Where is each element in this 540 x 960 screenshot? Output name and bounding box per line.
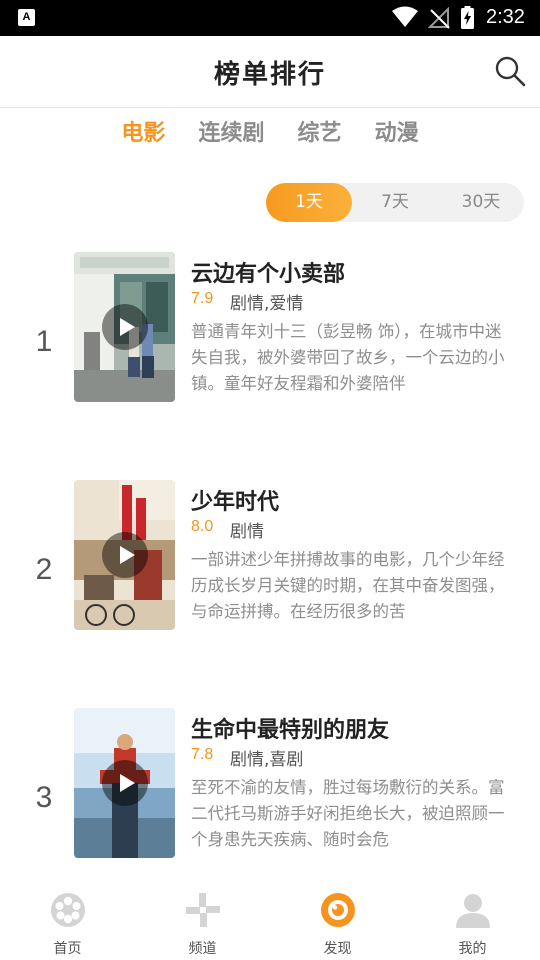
tab-series[interactable]: 连续剧 [198,112,264,156]
movie-title[interactable]: 生命中最特别的朋友 [191,712,389,744]
app-header: 榜单排行 [0,36,540,108]
page-title: 榜单排行 [213,60,326,90]
movie-genre: 剧情 [230,522,264,542]
movie-description: 至死不渝的友情，胜过每场敷衍的关系。富二代托马斯游手好闲拒绝长大，被迫照顾一个身… [191,778,505,849]
period-7-days[interactable]: 7天 [352,183,438,222]
movie-title[interactable]: 云边有个小卖部 [191,256,345,288]
category-tabs: 电影 连续剧 综艺 动漫 [0,112,540,156]
profile-icon [456,894,490,928]
search-icon[interactable] [494,55,526,87]
battery-charging-icon [461,6,474,29]
movie-title[interactable]: 少年时代 [191,484,279,516]
movie-score: 7.8 [191,746,214,763]
bottom-nav: 首页 频道 发现 我的 [0,880,540,960]
nav-label-home: 首页 [53,941,82,957]
play-icon[interactable] [102,304,148,350]
nav-label-profile: 我的 [458,941,487,957]
tab-anime[interactable]: 动漫 [375,112,419,156]
play-icon[interactable] [102,760,148,806]
nav-item-discover[interactable]: 发现 [270,880,405,960]
movie-poster[interactable] [74,480,175,630]
movie-description: 一部讲述少年拼搏故事的电影，几个少年经历成长岁月关键的时期，在其中奋发图强，与命… [191,550,505,621]
period-30-days[interactable]: 30天 [438,183,524,222]
no-signal-icon [428,7,450,29]
discover-icon [321,893,355,927]
movie-score: 8.0 [191,518,214,535]
status-time: 2:32 [486,6,525,28]
tab-movie[interactable]: 电影 [121,112,165,156]
notification-app-icon: A [18,9,35,26]
ranking-item[interactable]: 1 云边有个小卖部 7.9 剧情,爱情 普通青年刘十三（彭昱畅 饰），在城市中迷… [0,252,540,412]
rank-number: 1 [35,325,53,358]
movie-score: 7.9 [191,290,214,307]
rank-number: 3 [35,781,53,814]
play-icon[interactable] [102,532,148,578]
wifi-icon [392,6,418,27]
ranking-item[interactable]: 2 少年时代 8.0 剧情 一部讲述少年拼搏故事的电影，几个少年经历成长岁月关键… [0,480,540,640]
nav-label-channel: 频道 [188,941,217,957]
nav-item-channel[interactable]: 频道 [135,880,270,960]
movie-description: 普通青年刘十三（彭昱畅 饰），在城市中迷失自我，被外婆带回了故乡，一个云边的小镇… [191,322,505,393]
movie-genre: 剧情,喜剧 [230,750,304,770]
nav-item-profile[interactable]: 我的 [405,880,540,960]
movie-poster[interactable] [74,708,175,858]
period-toggle: 1天 7天 30天 [266,183,524,222]
nav-label-discover: 发现 [323,941,352,957]
movie-genre: 剧情,爱情 [230,294,304,314]
tab-variety[interactable]: 综艺 [298,112,342,156]
movie-poster[interactable] [74,252,175,402]
nav-item-home[interactable]: 首页 [0,880,135,960]
channel-pinwheel-icon [186,893,220,927]
period-1-day[interactable]: 1天 [266,183,352,222]
ranking-item[interactable]: 3 生命中最特别的朋友 7.8 剧情,喜剧 至死不渝的友情，胜过每场敷衍的关系。… [0,708,540,868]
status-bar: A 2:32 [0,0,540,36]
rank-number: 2 [35,553,53,586]
film-reel-icon [51,893,85,927]
